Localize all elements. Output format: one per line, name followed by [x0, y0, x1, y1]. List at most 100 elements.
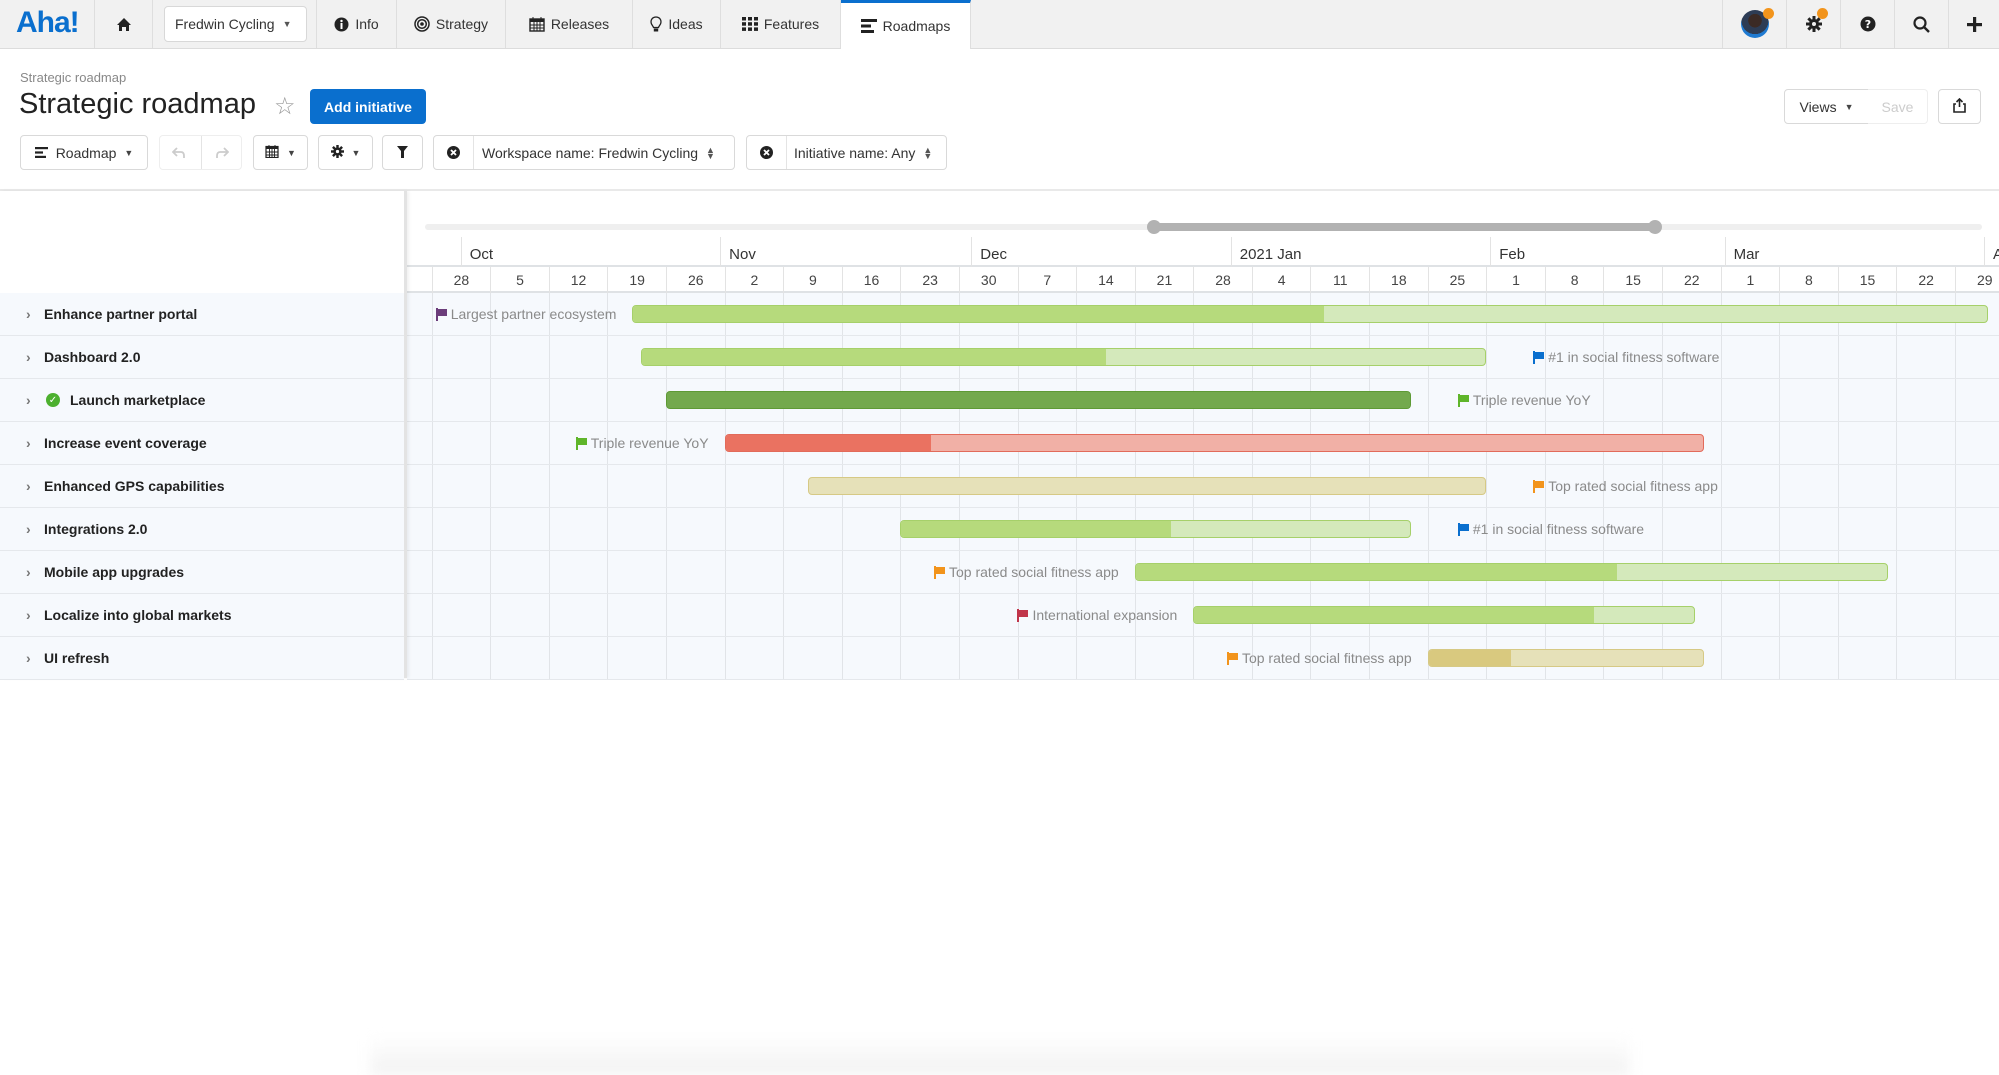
initiative-row[interactable]: › Dashboard 2.0	[0, 336, 404, 379]
progress-fill	[1194, 607, 1595, 623]
aha-logo[interactable]: Aha!	[16, 6, 80, 40]
chevron-right-icon[interactable]: ›	[26, 478, 44, 494]
search-button[interactable]	[1895, 0, 1949, 48]
initiative-bar[interactable]	[632, 305, 1989, 323]
add-initiative-button[interactable]: Add initiative	[310, 89, 426, 124]
initiative-bar[interactable]	[808, 477, 1487, 495]
undo-redo-group	[159, 135, 242, 170]
roadmap-icon	[860, 19, 877, 33]
chevron-right-icon[interactable]: ›	[26, 435, 44, 451]
top-navigation: Aha! Fredwin Cycling ▼ Info Strategy Rel…	[0, 0, 1999, 49]
initiative-bar[interactable]	[640, 348, 1487, 366]
milestone[interactable]: Top rated social fitness app	[1226, 649, 1412, 667]
chevron-right-icon[interactable]: ›	[26, 564, 44, 580]
month-label: Nov	[720, 237, 756, 267]
workspace-filter[interactable]: Workspace name: Fredwin Cycling ▲ ▼	[433, 135, 735, 170]
chevron-right-icon[interactable]: ›	[26, 521, 44, 537]
tab-features[interactable]: Features	[721, 0, 841, 48]
filter-button[interactable]	[382, 135, 423, 170]
tab-info[interactable]: Info	[317, 0, 397, 48]
chevron-right-icon[interactable]: ›	[26, 349, 44, 365]
grid-line	[1896, 293, 1898, 680]
initiative-name[interactable]: Mobile app upgrades	[44, 564, 184, 580]
initiative-bar[interactable]	[724, 434, 1704, 452]
milestone[interactable]: #1 in social fitness software	[1457, 520, 1645, 538]
chevron-right-icon[interactable]: ›	[26, 607, 44, 623]
initiative-row[interactable]: › Integrations 2.0	[0, 508, 404, 551]
milestone[interactable]: Largest partner ecosystem	[435, 305, 617, 323]
chevron-right-icon[interactable]: ›	[26, 650, 44, 666]
initiative-name[interactable]: UI refresh	[44, 650, 109, 666]
initiative-name[interactable]: Integrations 2.0	[44, 521, 147, 537]
milestone-label: Largest partner ecosystem	[450, 306, 617, 322]
timeline-scroll-range[interactable]	[1153, 223, 1656, 231]
row-divider	[407, 679, 1999, 680]
initiative-row[interactable]: › Increase event coverage	[0, 422, 404, 465]
milestone[interactable]: #1 in social fitness software	[1533, 348, 1719, 366]
week-label: 7	[1017, 267, 1077, 293]
home-button[interactable]	[95, 0, 153, 48]
initiative-row[interactable]: › Enhanced GPS capabilities	[0, 465, 404, 508]
workspace-select[interactable]: Fredwin Cycling ▼	[164, 6, 307, 42]
tab-strategy[interactable]: Strategy	[397, 0, 506, 48]
initiative-row[interactable]: › Mobile app upgrades	[0, 551, 404, 594]
tab-releases[interactable]: Releases	[506, 0, 633, 48]
logo-cell[interactable]: Aha!	[0, 0, 95, 48]
milestone[interactable]: Top rated social fitness app	[934, 563, 1119, 581]
settings-button[interactable]	[1787, 0, 1841, 48]
notification-dot	[1817, 8, 1828, 19]
workspace-filter-select[interactable]: Workspace name: Fredwin Cycling ▲ ▼	[482, 136, 715, 169]
initiative-name[interactable]: Enhanced GPS capabilities	[44, 478, 225, 494]
milestone[interactable]: International expansion	[1017, 606, 1177, 624]
week-label: 1	[1486, 267, 1545, 293]
initiative-name[interactable]: Launch marketplace	[70, 392, 205, 408]
save-button[interactable]: Save	[1868, 89, 1928, 124]
completed-check-icon: ✓	[46, 393, 60, 407]
add-button[interactable]	[1949, 0, 1999, 48]
initiative-row[interactable]: › ✓ Launch marketplace	[0, 379, 404, 422]
flag-icon	[1533, 351, 1545, 364]
undo-button[interactable]	[160, 145, 197, 161]
export-button[interactable]	[1938, 89, 1981, 124]
chevron-right-icon[interactable]: ›	[26, 392, 44, 408]
view-type-select[interactable]: Roadmap ▼	[20, 135, 148, 170]
tab-ideas[interactable]: Ideas	[633, 0, 721, 48]
remove-filter-icon[interactable]	[747, 146, 786, 159]
milestone[interactable]: Triple revenue YoY	[1457, 391, 1591, 409]
milestone[interactable]: Top rated social fitness app	[1533, 477, 1718, 495]
initiative-filter-select[interactable]: Initiative name: Any ▲ ▼	[794, 136, 932, 169]
sort-arrows-icon: ▲ ▼	[923, 144, 933, 161]
row-divider	[407, 550, 1999, 551]
initiative-bar[interactable]	[900, 520, 1411, 538]
remove-filter-icon[interactable]	[434, 146, 473, 159]
settings-dropdown[interactable]: ▼	[318, 135, 373, 170]
notification-dot	[1763, 8, 1774, 19]
initiative-row[interactable]: › UI refresh	[0, 637, 404, 680]
scroll-handle-end[interactable]	[1648, 220, 1663, 234]
milestone-label: #1 in social fitness software	[1472, 521, 1645, 537]
views-button[interactable]: Views ▼	[1784, 89, 1869, 124]
date-range-button[interactable]: ▼	[253, 135, 308, 170]
user-avatar-button[interactable]	[1722, 0, 1787, 48]
initiative-bar[interactable]	[665, 391, 1411, 409]
breadcrumb[interactable]: Strategic roadmap	[20, 70, 126, 85]
initiative-bar[interactable]	[1193, 606, 1696, 624]
initiative-row[interactable]: › Localize into global markets	[0, 594, 404, 637]
help-button[interactable]: ?	[1841, 0, 1895, 48]
initiative-name[interactable]: Localize into global markets	[44, 607, 232, 623]
initiative-name[interactable]: Enhance partner portal	[44, 306, 197, 322]
tab-roadmaps[interactable]: Roadmaps	[841, 0, 971, 49]
scroll-handle-start[interactable]	[1146, 220, 1161, 234]
initiative-bar[interactable]	[1134, 563, 1888, 581]
initiative-name[interactable]: Dashboard 2.0	[44, 349, 140, 365]
initiative-name[interactable]: Increase event coverage	[44, 435, 207, 451]
initiative-row[interactable]: › Enhance partner portal	[0, 293, 404, 336]
initiative-filter[interactable]: Initiative name: Any ▲ ▼	[746, 135, 947, 170]
redo-button[interactable]	[205, 145, 242, 161]
milestone-label: Top rated social fitness app	[949, 564, 1119, 580]
milestone[interactable]: Triple revenue YoY	[575, 434, 709, 452]
chevron-right-icon[interactable]: ›	[26, 306, 44, 322]
initiative-bar[interactable]	[1427, 649, 1704, 667]
row-divider	[407, 593, 1999, 594]
favorite-star-icon[interactable]: ☆	[274, 92, 296, 121]
